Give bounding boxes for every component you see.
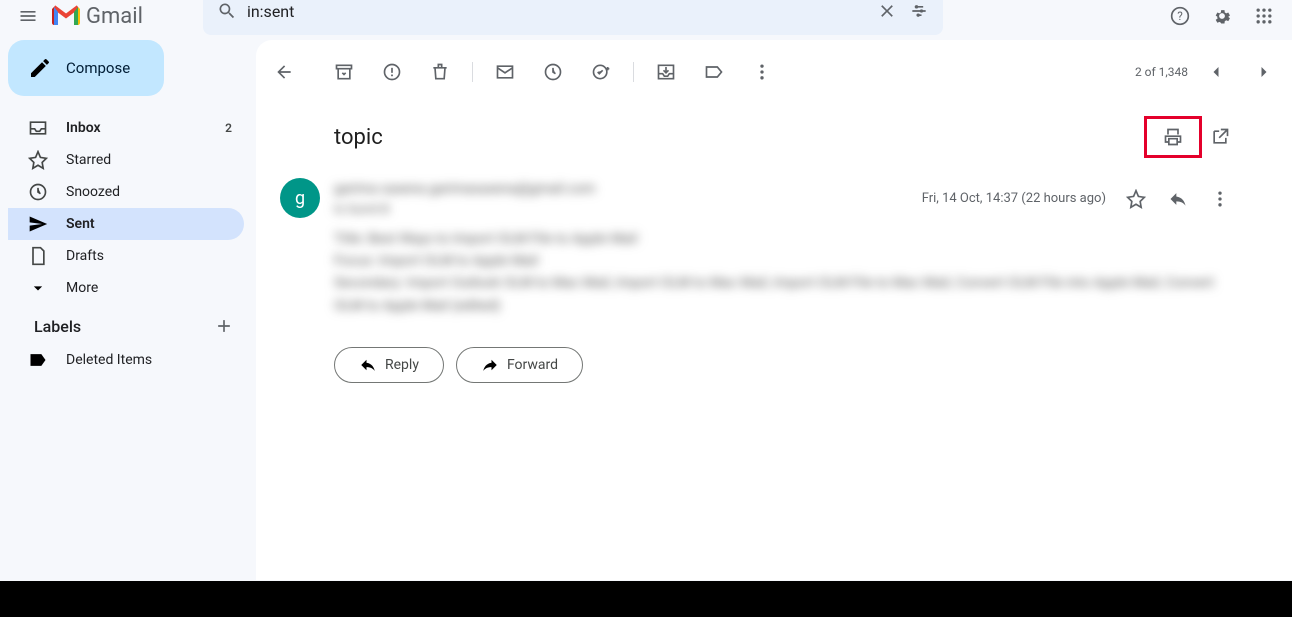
- search-options-icon[interactable]: [907, 0, 931, 23]
- forward-button[interactable]: Forward: [456, 347, 583, 383]
- forward-label: Forward: [507, 357, 558, 373]
- search-input[interactable]: [239, 2, 875, 21]
- help-icon[interactable]: ?: [1168, 4, 1192, 28]
- email-header: g garima saxena garimasaxena@gmail.com t…: [272, 170, 1276, 220]
- pager-prev-icon[interactable]: [1204, 60, 1228, 84]
- reply-icon[interactable]: [1166, 187, 1190, 211]
- print-icon[interactable]: [1161, 125, 1185, 149]
- sidebar-item-inbox[interactable]: Inbox 2: [8, 112, 244, 144]
- sent-label: Sent: [66, 216, 232, 232]
- pager-next-icon[interactable]: [1252, 60, 1276, 84]
- inbox-label: Inbox: [66, 120, 225, 136]
- chevron-down-icon: [28, 278, 48, 298]
- drafts-label: Drafts: [66, 248, 232, 264]
- pencil-icon: [28, 56, 52, 80]
- back-icon[interactable]: [272, 60, 296, 84]
- sender-info: garima saxena garimasaxena@gmail.com: [334, 178, 922, 200]
- inbox-icon: [28, 118, 48, 138]
- app-name: Gmail: [86, 4, 143, 29]
- drafts-icon: [28, 246, 48, 266]
- sent-icon: [28, 214, 48, 234]
- labels-title: Labels: [34, 317, 81, 336]
- reply-forward-row: Reply Forward: [272, 317, 1276, 383]
- sidebar-item-sent[interactable]: Sent: [8, 208, 244, 240]
- body-line: Secondary: Import Outlook OLM to Mac Mai…: [334, 272, 1232, 317]
- sidebar-item-more[interactable]: More: [8, 272, 244, 304]
- star-message-icon[interactable]: [1124, 187, 1148, 211]
- compose-label: Compose: [66, 59, 130, 77]
- message-more-icon[interactable]: [1208, 187, 1232, 211]
- move-to-inbox-icon[interactable]: [654, 60, 678, 84]
- delete-icon[interactable]: [428, 60, 452, 84]
- gmail-logo[interactable]: Gmail: [52, 4, 143, 29]
- email-timestamp: Fri, 14 Oct, 14:37 (22 hours ago): [922, 191, 1106, 206]
- label-deleted-items[interactable]: Deleted Items: [8, 344, 244, 376]
- sidebar-item-starred[interactable]: Starred: [8, 144, 244, 176]
- star-icon: [28, 150, 48, 170]
- pager-text: 2 of 1,348: [1135, 65, 1188, 79]
- subject-row: topic: [272, 96, 1276, 170]
- add-task-icon[interactable]: [589, 60, 613, 84]
- forward-arrow-icon: [481, 356, 499, 374]
- spam-icon[interactable]: [380, 60, 404, 84]
- header: Gmail ?: [0, 0, 1292, 32]
- content-pane: 2 of 1,348 topic g garima saxena garimas…: [256, 40, 1292, 580]
- label-text: Deleted Items: [66, 352, 232, 368]
- body-line: Title: Best Ways to Import OLM File to A…: [334, 228, 1232, 250]
- clock-icon: [28, 182, 48, 202]
- body-line: Focus: Import OLM to Apple Mail: [334, 250, 1232, 272]
- search-icon[interactable]: [215, 0, 239, 23]
- starred-label: Starred: [66, 152, 232, 168]
- sidebar: Compose Inbox 2 Starred Snoozed Sent Dra…: [0, 32, 256, 580]
- page-footer-blackbar: [0, 581, 1292, 617]
- labels-toolbar-icon[interactable]: [702, 60, 726, 84]
- clear-search-icon[interactable]: [875, 0, 899, 23]
- recipient-info: to Sumit B: [334, 200, 922, 219]
- add-label-icon[interactable]: [212, 314, 236, 338]
- reply-label: Reply: [385, 357, 419, 373]
- snooze-icon[interactable]: [541, 60, 565, 84]
- label-icon: [28, 350, 48, 370]
- labels-header: Labels: [8, 304, 256, 344]
- sidebar-item-snoozed[interactable]: Snoozed: [8, 176, 244, 208]
- reply-button[interactable]: Reply: [334, 347, 444, 383]
- open-new-window-icon[interactable]: [1208, 125, 1232, 149]
- email-toolbar: 2 of 1,348: [272, 48, 1276, 96]
- email-subject: topic: [334, 125, 1144, 150]
- mark-unread-icon[interactable]: [493, 60, 517, 84]
- sidebar-item-drafts[interactable]: Drafts: [8, 240, 244, 272]
- search-bar: [203, 0, 943, 35]
- sender-avatar[interactable]: g: [280, 178, 320, 218]
- more-label: More: [66, 280, 232, 296]
- header-actions: ?: [1168, 4, 1276, 28]
- archive-icon[interactable]: [332, 60, 356, 84]
- reply-arrow-icon: [359, 356, 377, 374]
- apps-icon[interactable]: [1252, 4, 1276, 28]
- inbox-count: 2: [225, 121, 232, 135]
- compose-button[interactable]: Compose: [8, 40, 164, 96]
- settings-icon[interactable]: [1210, 4, 1234, 28]
- snoozed-label: Snoozed: [66, 184, 232, 200]
- svg-text:?: ?: [1177, 9, 1183, 23]
- email-body: Title: Best Ways to Import OLM File to A…: [272, 220, 1276, 318]
- more-toolbar-icon[interactable]: [750, 60, 774, 84]
- main-menu-icon[interactable]: [16, 4, 40, 28]
- print-button-highlight: [1144, 116, 1202, 158]
